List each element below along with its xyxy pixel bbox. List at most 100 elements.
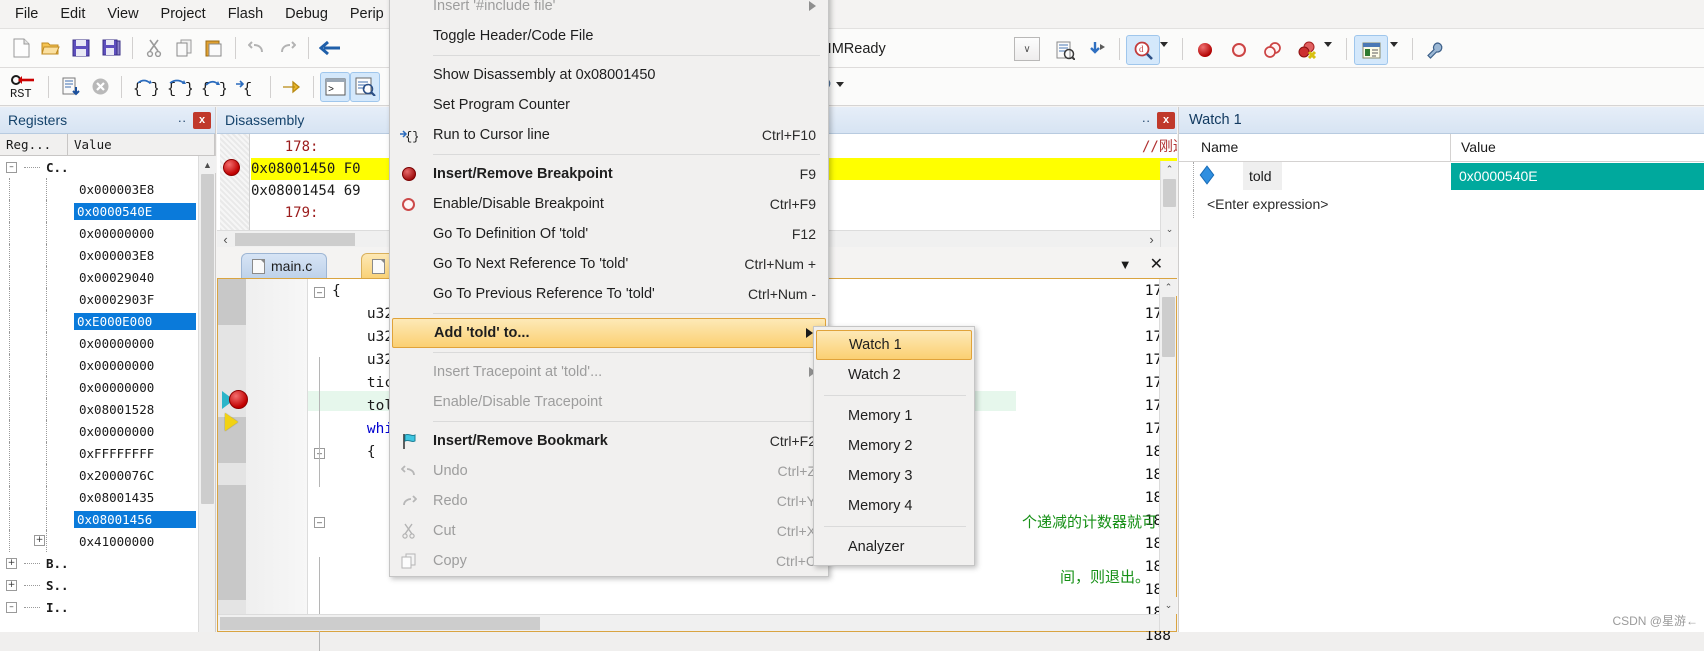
close-icon[interactable]: x [193, 111, 211, 129]
pin-icon[interactable]: ·· [1138, 111, 1154, 129]
menu-item-project[interactable]: Project [150, 2, 217, 26]
registers-row[interactable]: 0x000003E8 [0, 244, 215, 266]
add-to-submenu[interactable]: Watch 1 Watch 2 Memory 1 Memory 2 Memory 3 Me… [813, 326, 975, 566]
scroll-down-icon[interactable]: ⌄ [1160, 597, 1177, 614]
disassembly-line[interactable]: 0x08001454 69 [251, 180, 361, 202]
chevron-down-icon[interactable] [1160, 42, 1168, 47]
menu-item-flash[interactable]: Flash [217, 2, 274, 26]
context-menu-item[interactable]: Insert '#include file' [390, 0, 828, 21]
expand-icon[interactable]: + [6, 579, 17, 591]
menu-item-file[interactable]: File [4, 2, 49, 26]
copy-icon[interactable] [169, 33, 199, 63]
register-value[interactable]: 0xE000E000 [74, 312, 196, 330]
watch-name-cell[interactable]: told [1179, 162, 1451, 190]
wrench-icon[interactable] [1420, 35, 1450, 65]
submenu-item[interactable]: Memory 2 [814, 431, 974, 461]
chevron-down-icon[interactable] [836, 82, 844, 87]
scroll-left-icon[interactable]: ‹ [217, 231, 234, 247]
submenu-item[interactable]: Memory 3 [814, 461, 974, 491]
editor-code-line[interactable]: { [332, 444, 376, 460]
editor-hscrollbar[interactable] [218, 614, 1159, 631]
registers-row[interactable]: 0x00000000 [0, 354, 215, 376]
disassembly-vscrollbar[interactable]: ⌃ ⌄ [1160, 161, 1177, 247]
magnify-debug-icon[interactable]: d [1126, 35, 1160, 65]
stop-icon[interactable] [85, 72, 115, 102]
submenu-item[interactable]: Watch 1 [816, 330, 972, 360]
context-menu-item[interactable]: Enable/Disable Tracepoint [390, 387, 828, 417]
close-icon[interactable]: x [1157, 111, 1175, 129]
menu-item-debug[interactable]: Debug [274, 2, 339, 26]
breakpoint-marker-icon[interactable] [223, 159, 240, 176]
register-value[interactable]: 0x00000000 [76, 379, 157, 396]
registers-group-row[interactable]: + S.. [0, 574, 215, 596]
registers-row[interactable]: 0x000003E8 [0, 178, 215, 200]
registers-row[interactable]: 0x00000000 [0, 332, 215, 354]
scroll-thumb[interactable] [1162, 179, 1176, 207]
scroll-thumb[interactable] [220, 617, 540, 630]
window-list-icon[interactable] [1354, 35, 1388, 65]
scroll-up-icon[interactable]: ▲ [199, 156, 216, 173]
editor-code-line[interactable]: tol [332, 398, 393, 414]
context-menu-item[interactable]: Insert Tracepoint at 'told'... [390, 357, 828, 387]
watch-name-cell[interactable]: <Enter expression> [1179, 190, 1451, 218]
editor-code-line[interactable]: u32 [332, 306, 393, 322]
undo-icon[interactable] [242, 33, 272, 63]
register-value[interactable]: 0x41000000 [76, 533, 157, 550]
expand-icon[interactable]: + [34, 535, 45, 546]
register-value[interactable]: 0x08001456 [74, 510, 196, 528]
context-menu-item[interactable]: Toggle Header/Code File [390, 21, 828, 51]
register-value[interactable]: 0x0000540E [74, 202, 196, 220]
registers-row[interactable]: 0x08001528 [0, 398, 215, 420]
context-menu-item[interactable]: Redo Ctrl+Y [390, 486, 828, 516]
watch-variable-name[interactable]: told [1243, 162, 1282, 190]
expand-icon[interactable]: + [6, 557, 17, 569]
registers-row[interactable]: 0x00000000 [0, 376, 215, 398]
context-menu-item[interactable]: Go To Next Reference To 'told' Ctrl+Num + [390, 249, 828, 279]
registers-col-value[interactable]: Value [68, 134, 215, 155]
context-menu-item[interactable]: Enable/Disable Breakpoint Ctrl+F9 [390, 189, 828, 219]
scroll-up-icon[interactable]: ⌃ [1160, 279, 1177, 296]
registers-row[interactable]: 0x00000000 [0, 222, 215, 244]
scroll-thumb[interactable] [1161, 297, 1175, 357]
registers-col-register[interactable]: Reg... [0, 134, 68, 155]
context-menu-item[interactable]: Undo Ctrl+Z [390, 456, 828, 486]
save-icon[interactable] [66, 33, 96, 63]
registers-row[interactable]: 0xE000E000 [0, 310, 215, 332]
watch-value-cell[interactable]: 0x0000540E [1451, 162, 1704, 190]
registers-group-row[interactable]: – C.. [0, 156, 215, 178]
target-dropdown-button[interactable]: ∨ [1014, 37, 1040, 61]
download-icon[interactable] [1082, 35, 1112, 65]
cut-icon[interactable] [139, 33, 169, 63]
watch-row[interactable]: told 0x0000540E [1179, 162, 1704, 190]
menu-item-view[interactable]: View [96, 2, 149, 26]
open-folder-icon[interactable] [36, 33, 66, 63]
register-value[interactable]: 0x2000076C [76, 467, 157, 484]
scroll-thumb[interactable] [200, 174, 214, 504]
registers-row[interactable]: +0x41000000 [0, 530, 215, 552]
step-out-icon[interactable]: { } [196, 72, 230, 102]
registers-row[interactable]: 0x00000000 [0, 420, 215, 442]
watch-enter-expression[interactable]: <Enter expression> [1207, 196, 1328, 212]
register-value[interactable]: 0x00000000 [76, 423, 157, 440]
editor-code-line[interactable]: { [332, 283, 341, 299]
redo-icon[interactable] [272, 33, 302, 63]
context-menu-item[interactable]: Cut Ctrl+X [390, 516, 828, 546]
breakpoints-icon[interactable] [1258, 35, 1288, 65]
context-menu-item[interactable]: Go To Definition Of 'told' F12 [390, 219, 828, 249]
fold-toggle-icon[interactable]: – [314, 517, 325, 528]
menu-item-peripherals[interactable]: Perip [339, 2, 395, 26]
watch-row[interactable]: <Enter expression> [1179, 190, 1704, 218]
editor-code-line[interactable]: u32 [332, 329, 393, 345]
collapse-icon[interactable]: – [6, 161, 17, 173]
context-menu-item[interactable]: Set Program Counter [390, 90, 828, 120]
register-value[interactable]: 0x000003E8 [76, 247, 157, 264]
register-value[interactable]: 0xFFFFFFFF [76, 445, 157, 462]
watch-col-value[interactable]: Value [1451, 134, 1704, 161]
context-menu-item[interactable]: Show Disassembly at 0x08001450 [390, 60, 828, 90]
submenu-item[interactable]: Memory 4 [814, 491, 974, 521]
context-menu-item[interactable]: Copy Ctrl+C [390, 546, 828, 576]
register-value[interactable]: 0x00000000 [76, 335, 157, 352]
editor-tab-main-c[interactable]: main.c [241, 253, 328, 278]
scroll-down-icon[interactable]: ⌄ [1161, 221, 1177, 238]
editor-window-menu-icon[interactable]: ▼ [1119, 257, 1132, 272]
